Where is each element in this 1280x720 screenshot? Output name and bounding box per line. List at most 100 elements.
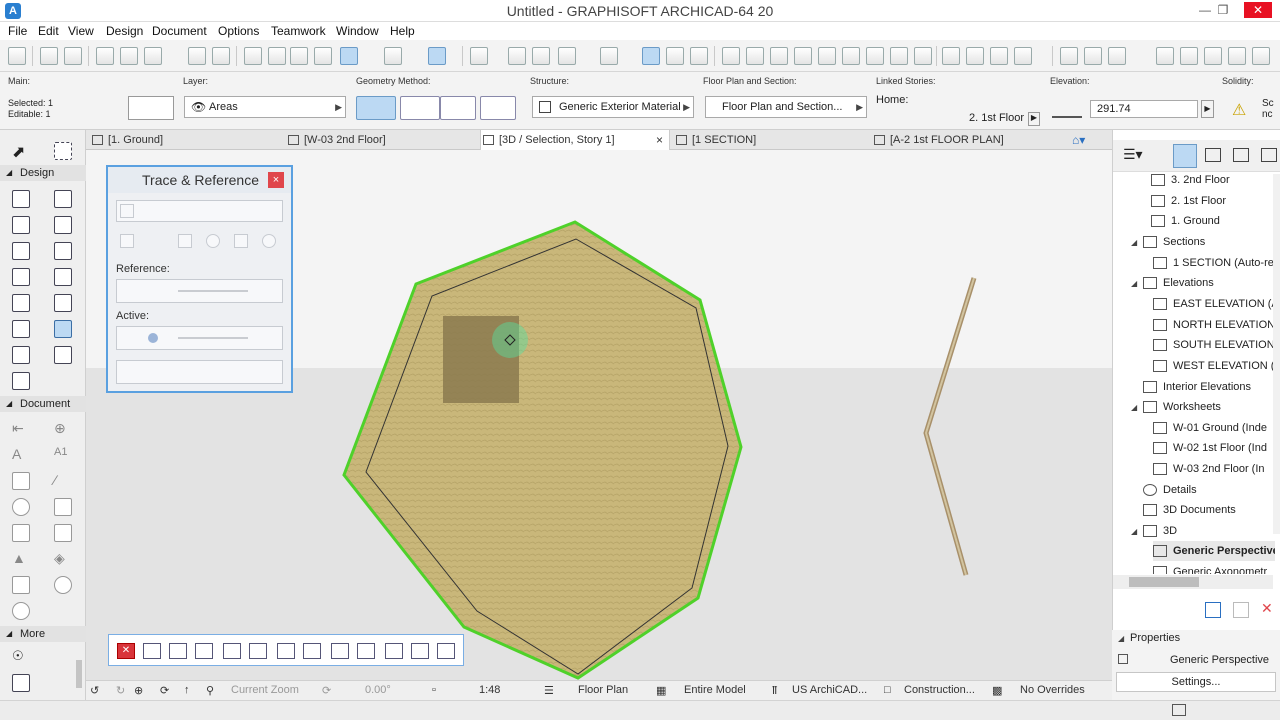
push-pull-icon[interactable] [331, 643, 349, 659]
line-tool-icon[interactable]: ∕ [54, 472, 72, 490]
minimize-icon[interactable]: — [1196, 2, 1214, 18]
walk-icon[interactable]: ↑ [184, 684, 190, 696]
horizontal-scrollbar[interactable] [1113, 575, 1273, 589]
nav-story-3[interactable]: 3. 2nd Floor [1151, 170, 1271, 190]
design-section-header[interactable]: Design [0, 165, 86, 181]
current-zoom-button[interactable]: Current Zoom [231, 684, 299, 696]
fill-tool-icon[interactable] [12, 472, 30, 490]
nav-north-elevation[interactable]: NORTH ELEVATION [1153, 315, 1273, 335]
geometry-link-button[interactable] [480, 96, 516, 120]
curve-icon[interactable] [818, 47, 836, 65]
close-tab-icon[interactable]: × [656, 130, 663, 150]
geometry-rect-button[interactable] [440, 96, 476, 120]
syringe-icon[interactable] [212, 47, 230, 65]
add-node-icon[interactable] [223, 643, 241, 659]
collapse-arrow-icon[interactable]: ◢ [1131, 403, 1137, 412]
menu-view[interactable]: View [68, 24, 94, 38]
palette-header[interactable]: Trace & Reference × [108, 167, 291, 193]
structure-select[interactable]: Generic Exterior Material ▶ [532, 96, 694, 118]
offset-icon[interactable] [842, 47, 860, 65]
layer-mid-icon[interactable] [268, 47, 286, 65]
tab-1-ground[interactable]: [1. Ground] [90, 130, 280, 150]
layer-up-icon[interactable] [244, 47, 262, 65]
delete-icon[interactable]: ✕ [1261, 600, 1277, 616]
nav-w-01[interactable]: W-01 Ground (Inde [1153, 418, 1273, 438]
snap-guides-icon[interactable] [384, 47, 402, 65]
dimension-icon[interactable] [666, 47, 684, 65]
tab-1-section[interactable]: [1 SECTION] [674, 130, 864, 150]
measure-icon[interactable] [690, 47, 708, 65]
explode-icon[interactable] [866, 47, 884, 65]
grid-snap-icon[interactable] [470, 47, 488, 65]
collapse-arrow-icon[interactable]: ◢ [1131, 238, 1137, 247]
construction-value[interactable]: Construction... [904, 684, 975, 696]
publish-icon[interactable] [1108, 47, 1126, 65]
redo-view-icon[interactable]: ↻ [116, 684, 125, 697]
close-icon[interactable]: ✕ [1244, 2, 1272, 18]
window-tool-icon[interactable] [12, 216, 30, 234]
nav-generic-axonometry[interactable]: Generic Axonometr [1153, 562, 1273, 574]
nav-3d-documents[interactable]: 3D Documents [1143, 500, 1273, 520]
publisher-sets-icon[interactable] [1261, 148, 1277, 162]
figure-tool-icon[interactable] [12, 674, 30, 692]
rotate-pet-icon[interactable] [437, 643, 455, 659]
document-section-header[interactable]: Document [0, 396, 86, 412]
tab-3d-selection[interactable]: [3D / Selection, Story 1] × [480, 130, 670, 150]
teamwork-icon[interactable] [1252, 47, 1270, 65]
chevron-right-icon[interactable]: ▶ [1201, 100, 1214, 118]
globe-icon[interactable] [1156, 47, 1174, 65]
scissors-icon[interactable] [722, 47, 740, 65]
nav-sections[interactable]: Sections [1143, 232, 1273, 252]
undo-view-icon[interactable]: ↺ [90, 684, 99, 697]
stair-tool-icon[interactable] [12, 268, 30, 286]
mirror-icon[interactable] [890, 47, 908, 65]
reference-opacity-slider[interactable] [178, 290, 248, 292]
drawing-tool-icon[interactable] [12, 524, 30, 542]
redo-icon[interactable] [64, 47, 82, 65]
elevation-tool-icon[interactable]: ▲ [12, 550, 30, 568]
detail-tool-icon[interactable] [54, 576, 72, 594]
trace-rotate-icon[interactable] [206, 234, 220, 248]
offset-all-icon[interactable] [303, 643, 321, 659]
new-view-icon[interactable] [1205, 602, 1221, 618]
palette-close-icon[interactable]: × [268, 172, 284, 188]
nav-1-section[interactable]: 1 SECTION (Auto-re [1153, 253, 1273, 273]
curtain-wall-tool-icon[interactable] [12, 320, 30, 338]
roof-tool-icon[interactable] [54, 268, 72, 286]
move-node-icon[interactable] [143, 643, 161, 659]
intersect-icon[interactable] [770, 47, 788, 65]
settings-button[interactable]: Settings... [1116, 672, 1276, 692]
suspend-groups-icon[interactable] [558, 47, 576, 65]
layer-select[interactable]: 👁 Areas ▶ [184, 96, 346, 118]
view-type[interactable]: Floor Plan [578, 684, 628, 696]
collapse-arrow-icon[interactable]: ◢ [1131, 527, 1137, 536]
render-icon[interactable] [1180, 47, 1198, 65]
tab-w-03-2nd-floor[interactable]: [W-03 2nd Floor] [286, 130, 476, 150]
undo-icon[interactable] [40, 47, 58, 65]
trace-swap-icon[interactable] [234, 234, 248, 248]
find-select-icon[interactable] [144, 47, 162, 65]
elevation-input[interactable]: 291.74 [1090, 100, 1198, 118]
pen-set-value[interactable]: US ArchiCAD... [792, 684, 867, 696]
menu-file[interactable]: File [8, 24, 27, 38]
wall-tool-icon[interactable] [12, 190, 30, 208]
nav-story-1[interactable]: 1. Ground [1151, 211, 1271, 231]
scrollbar-thumb[interactable] [1129, 577, 1199, 587]
beam-tool-icon[interactable] [12, 242, 30, 260]
nav-west-elevation[interactable]: WEST ELEVATION (A [1153, 356, 1273, 376]
quick-select-icon[interactable] [642, 47, 660, 65]
slab-tool-icon[interactable] [54, 242, 72, 260]
lock-icon[interactable] [600, 47, 618, 65]
gravity-icon[interactable] [428, 47, 446, 65]
object-tool-icon[interactable] [12, 346, 30, 364]
trace-add-icon[interactable] [178, 234, 192, 248]
arrow-tool-icon[interactable]: ⬈ [12, 142, 30, 161]
overrides-value[interactable]: No Overrides [1020, 684, 1085, 696]
nav-story-2[interactable]: 2. 1st Floor [1151, 191, 1271, 211]
collapse-arrow-icon[interactable]: ◢ [1118, 634, 1124, 643]
layout-book-icon[interactable] [1233, 148, 1249, 162]
group-icon[interactable] [942, 47, 960, 65]
rotate-icon[interactable] [914, 47, 932, 65]
tab-a-2-1st-floor-plan[interactable]: [A-2 1st FLOOR PLAN] [872, 130, 1062, 150]
zoom-in-icon[interactable] [96, 47, 114, 65]
